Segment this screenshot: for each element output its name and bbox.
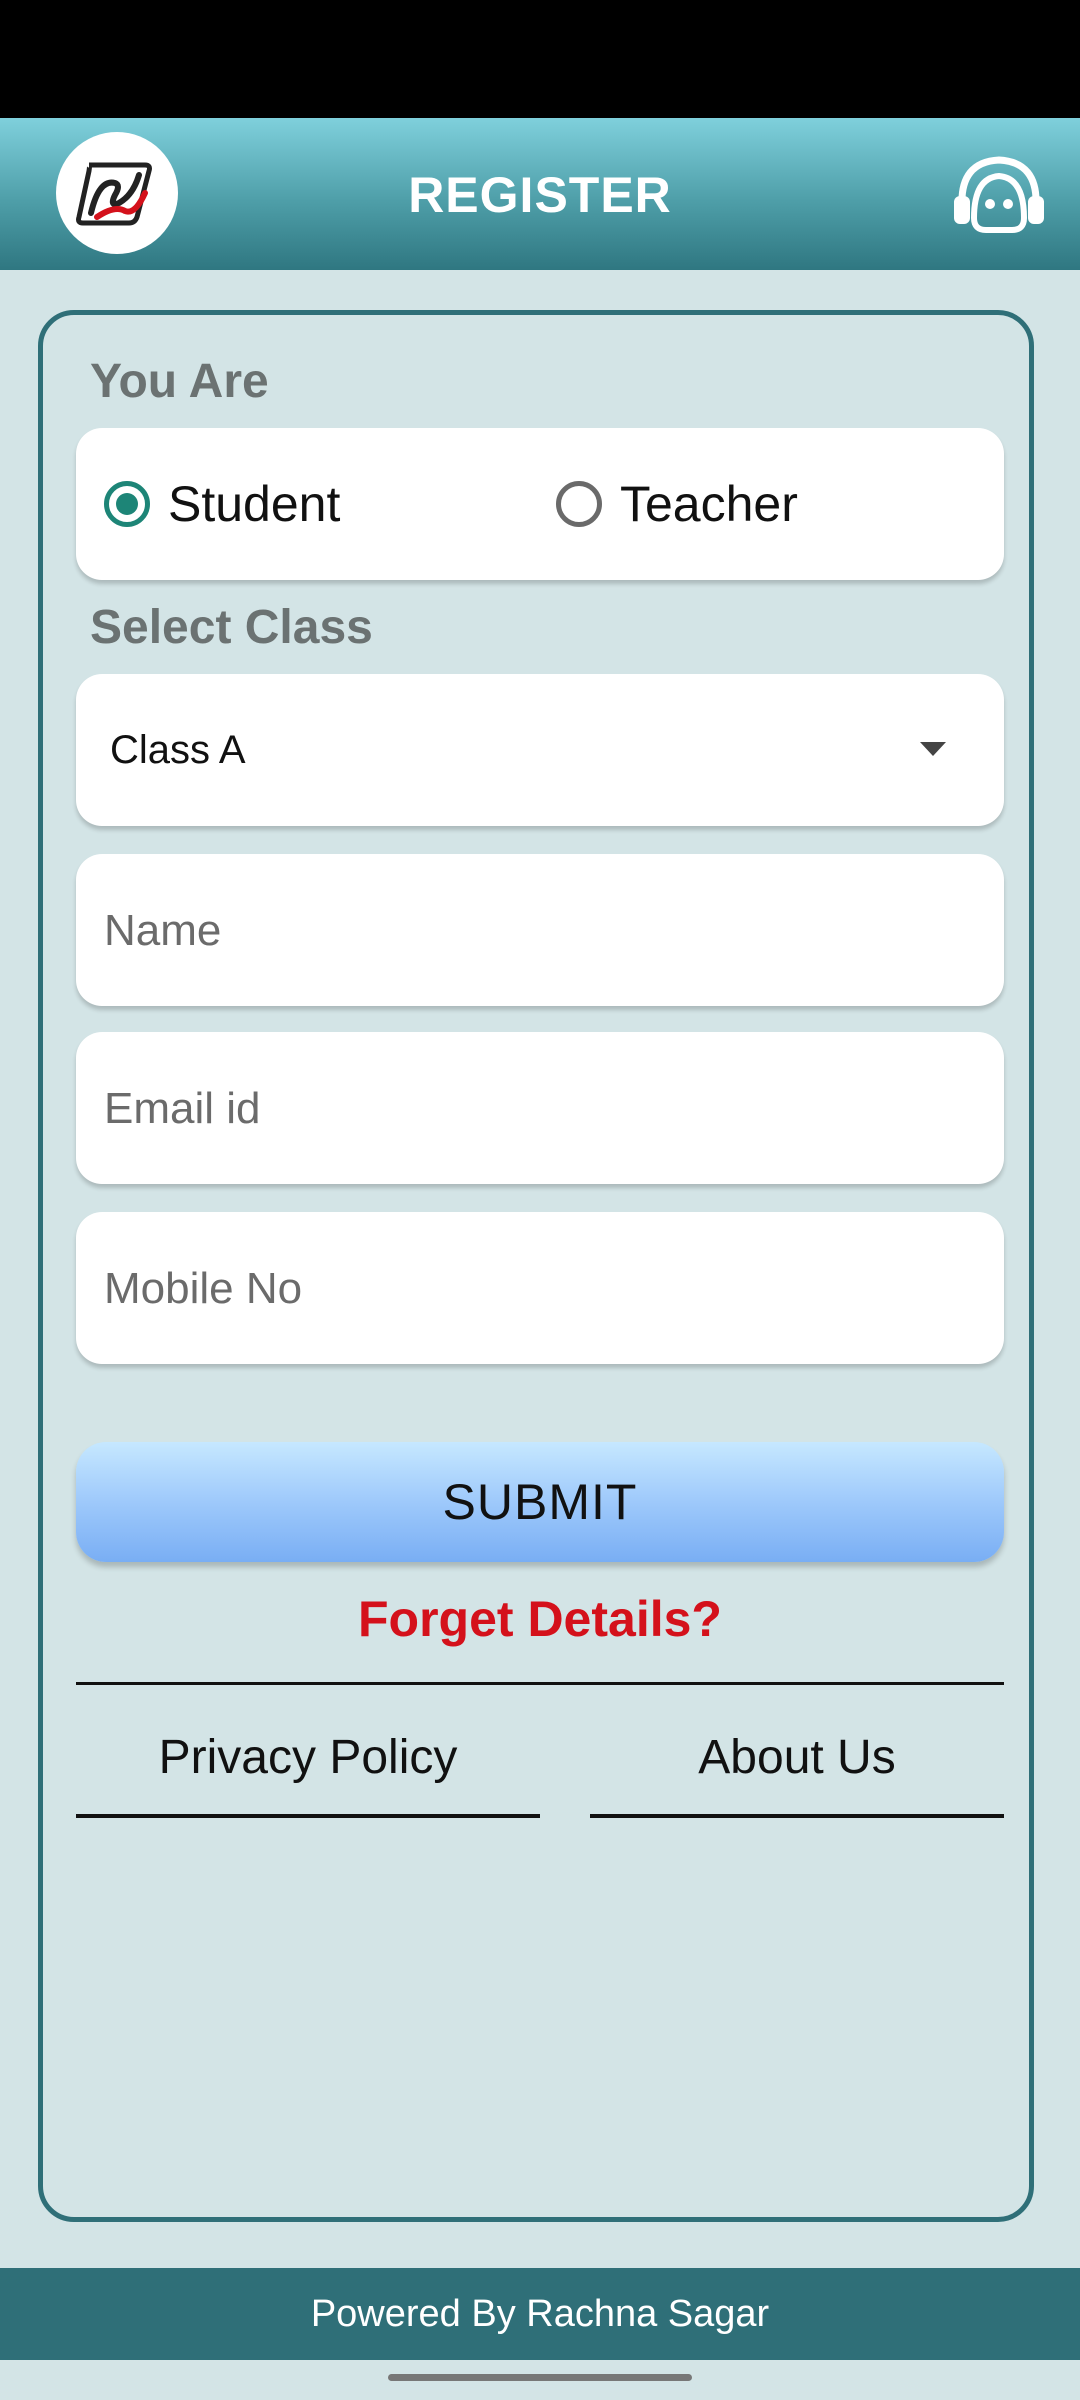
teacher-radio-label: Teacher (620, 476, 798, 532)
name-input[interactable] (102, 854, 976, 1008)
mobile-input[interactable] (102, 1212, 976, 1366)
class-select[interactable]: Class A (76, 674, 1004, 826)
app-bar: REGISTER (0, 118, 1080, 270)
radio-unchecked-icon[interactable] (556, 481, 602, 527)
student-radio-label: Student (168, 476, 341, 532)
status-bar (0, 0, 1080, 118)
name-field-box (76, 854, 1004, 1008)
teacher-radio[interactable]: Teacher (556, 428, 798, 580)
gesture-nav-handle[interactable] (388, 2374, 692, 2381)
submit-button[interactable]: SUBMIT (76, 1442, 1004, 1562)
mobile-field-box (76, 1212, 1004, 1366)
privacy-policy-link[interactable]: Privacy Policy (76, 1700, 540, 1818)
student-radio[interactable]: Student (104, 428, 340, 580)
about-us-link[interactable]: About Us (590, 1700, 1004, 1818)
radio-checked-icon[interactable] (104, 481, 150, 527)
email-input[interactable] (102, 1032, 976, 1186)
class-label: Select Class (90, 601, 373, 654)
page-title: REGISTER (408, 167, 672, 223)
divider (76, 1682, 1004, 1685)
email-field-box (76, 1032, 1004, 1186)
role-radio-group: Student Teacher (76, 428, 1004, 580)
class-select-value: Class A (110, 727, 246, 772)
dropdown-arrow-icon[interactable] (920, 742, 946, 756)
powered-by-footer: Powered By Rachna Sagar (0, 2268, 1080, 2360)
headset-support-icon[interactable] (952, 152, 1046, 236)
role-label: You Are (90, 355, 269, 408)
forget-details-link[interactable]: Forget Details? (0, 1590, 1080, 1648)
